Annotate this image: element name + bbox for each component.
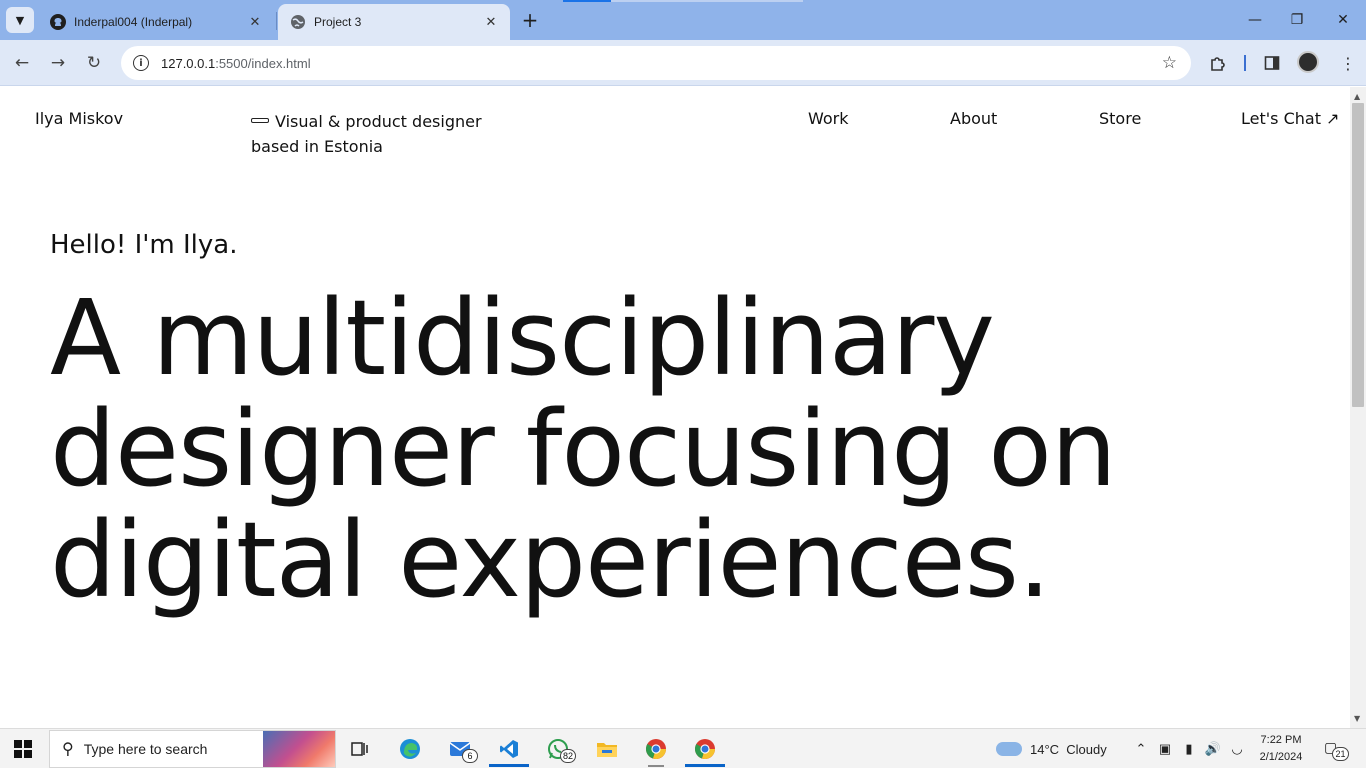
weather-widget[interactable]: 14°C Cloudy <box>996 729 1107 769</box>
extensions-puzzle-icon[interactable] <box>1204 49 1232 77</box>
search-placeholder: Type here to search <box>83 741 208 757</box>
scroll-up-icon[interactable]: ▲ <box>1354 92 1360 101</box>
scroll-down-icon[interactable]: ▼ <box>1354 714 1360 723</box>
site-name[interactable]: Ilya Miskov <box>35 109 123 128</box>
nav-link-store[interactable]: Store <box>1099 109 1141 128</box>
meet-icon[interactable]: ▣ <box>1156 739 1174 759</box>
close-tab-icon[interactable]: ✕ <box>482 13 500 31</box>
mail-badge: 6 <box>462 749 478 763</box>
url-text: 127.0.0.1:5500/index.html <box>161 56 311 71</box>
tagline-text: Visual & product designer based in Eston… <box>251 112 482 156</box>
scrollbar-thumb[interactable] <box>1352 103 1364 407</box>
whatsapp-icon[interactable]: 82 <box>538 731 578 767</box>
tab-project-3[interactable]: Project 3 ✕ <box>278 4 510 40</box>
battery-icon[interactable]: ▮ <box>1180 739 1198 759</box>
taskbar-search[interactable]: ⚲ Type here to search <box>49 730 336 768</box>
page-scrollbar[interactable]: ▲ ▼ <box>1350 87 1366 728</box>
web-page: Ilya Miskov Visual & product designer ba… <box>0 87 1350 728</box>
url-host: 127.0.0.1 <box>161 55 216 71</box>
weather-text: 14°C Cloudy <box>1030 741 1107 757</box>
forward-arrow-icon[interactable]: → <box>44 49 72 77</box>
dash-icon <box>251 118 269 123</box>
url-path: :5500/index.html <box>215 55 311 71</box>
github-icon <box>50 14 66 30</box>
search-icon: ⚲ <box>62 741 74 758</box>
tab-search-button[interactable]: ▼ <box>6 7 34 33</box>
windows-start-icon[interactable] <box>14 740 32 758</box>
hero-headline: A multidisciplinary designer focusing on… <box>50 277 1117 621</box>
profile-avatar[interactable] <box>1297 51 1319 73</box>
minimize-icon[interactable]: — <box>1232 4 1278 36</box>
tab-strip: ▼ Inderpal004 (Inderpal) ✕ Project 3 ✕ +… <box>0 0 1366 40</box>
file-explorer-icon[interactable] <box>587 731 627 767</box>
nav-link-work[interactable]: Work <box>808 109 849 128</box>
chevron-down-icon: ▼ <box>15 13 25 27</box>
network-icon[interactable]: ◡ <box>1228 739 1246 759</box>
close-tab-icon[interactable]: ✕ <box>246 13 264 31</box>
tab-divider <box>276 12 277 30</box>
close-window-icon[interactable]: ✕ <box>1320 4 1366 36</box>
restore-icon[interactable]: ❐ <box>1274 4 1320 36</box>
tab-title: Inderpal004 (Inderpal) <box>74 15 193 29</box>
reload-icon[interactable]: ↻ <box>80 49 108 77</box>
clock-time: 7:22 PM <box>1260 734 1302 746</box>
whatsapp-badge: 82 <box>559 749 576 763</box>
chevron-up-icon[interactable]: ⌃ <box>1132 739 1150 759</box>
speaker-icon[interactable]: 🔊 <box>1204 739 1222 759</box>
new-tab-plus-icon[interactable]: + <box>518 8 542 32</box>
chrome-icon[interactable] <box>636 731 676 767</box>
mail-icon[interactable]: 6 <box>440 731 480 767</box>
hero-greeting: Hello! I'm Ilya. <box>50 230 238 260</box>
globe-icon <box>290 14 306 30</box>
back-arrow-icon[interactable]: ← <box>8 49 36 77</box>
site-tagline: Visual & product designer based in Eston… <box>251 109 511 159</box>
taskbar-clock[interactable]: 7:22 PM 2/1/2024 <box>1254 732 1308 766</box>
site-info-icon[interactable]: i <box>133 55 149 71</box>
edge-browser-icon[interactable] <box>390 731 430 767</box>
notification-badge: 21 <box>1332 747 1349 761</box>
tab-github[interactable]: Inderpal004 (Inderpal) ✕ <box>38 4 274 40</box>
page-load-indicator <box>563 0 803 2</box>
bookmark-star-icon[interactable]: ☆ <box>1162 53 1177 73</box>
nav-link-about[interactable]: About <box>950 109 997 128</box>
vscode-icon[interactable] <box>489 731 529 767</box>
task-view-icon[interactable] <box>340 731 380 767</box>
tab-title: Project 3 <box>314 15 362 29</box>
kebab-menu-icon[interactable]: ⋮ <box>1334 49 1362 77</box>
address-bar[interactable]: i 127.0.0.1:5500/index.html ☆ <box>121 46 1191 80</box>
side-panel-icon[interactable] <box>1258 49 1286 77</box>
clock-date: 2/1/2024 <box>1259 751 1303 763</box>
notification-center-icon[interactable]: ▢ 21 <box>1324 739 1349 761</box>
nav-link-lets-chat[interactable]: Let's Chat ↗ <box>1241 109 1339 128</box>
search-highlight-art <box>263 731 335 767</box>
cloud-icon <box>996 742 1022 756</box>
chrome-icon[interactable] <box>685 731 725 767</box>
toolbar-divider <box>1244 55 1246 71</box>
windows-taskbar: ⚲ Type here to search 6 82 14°C Cloudy ⌃… <box>0 728 1366 768</box>
browser-toolbar: ← → ↻ i 127.0.0.1:5500/index.html ☆ ⋮ <box>0 40 1366 86</box>
